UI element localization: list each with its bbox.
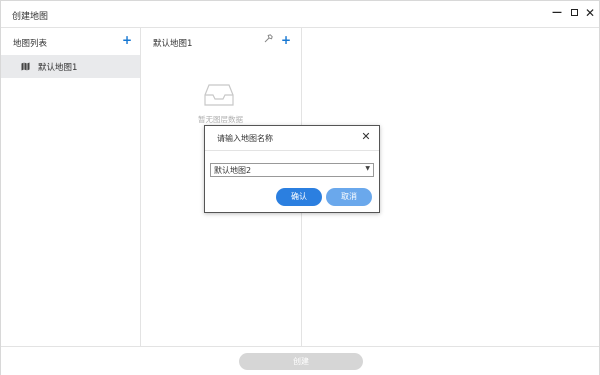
dialog-title: 请输入地图名称: [217, 134, 273, 143]
confirm-button[interactable]: 确认: [276, 188, 322, 206]
add-map-icon[interactable]: +: [121, 34, 133, 46]
create-button[interactable]: 创建: [239, 353, 363, 370]
cancel-button[interactable]: 取消: [326, 188, 372, 206]
minimize-icon[interactable]: —: [550, 6, 564, 20]
map-icon: [21, 62, 30, 71]
empty-inbox-icon: [204, 84, 234, 106]
layer-panel-header: 默认地图1 +: [141, 28, 301, 55]
chevron-down-icon: ▼: [365, 165, 370, 172]
map-name-dialog: 请输入地图名称 ✕ 默认地图2 ▼ 确认 取消: [204, 125, 380, 213]
maximize-icon[interactable]: [567, 6, 581, 20]
map-list-item[interactable]: 默认地图1: [1, 55, 140, 78]
window-title: 创建地图: [12, 12, 49, 22]
close-icon[interactable]: ✕: [583, 6, 597, 20]
map-list-panel: 地图列表 + 默认地图1: [1, 28, 141, 346]
map-name-select[interactable]: 默认地图2 ▼: [210, 163, 374, 177]
empty-state-text: 暂无图层数据: [198, 115, 243, 124]
map-list-title: 地图列表: [13, 39, 48, 49]
map-list-item-label: 默认地图1: [38, 63, 78, 73]
app-window: 创建地图 — ✕ 地图列表 + 默认地图1 默认地图1 + 暂无图层数据 创建 …: [0, 0, 600, 375]
wrench-icon[interactable]: [262, 34, 274, 46]
layer-panel-title: 默认地图1: [153, 39, 193, 49]
map-name-select-value: 默认地图2: [214, 166, 252, 175]
dialog-header: 请输入地图名称 ✕: [205, 126, 379, 151]
dialog-close-icon[interactable]: ✕: [360, 131, 372, 143]
title-bar: 创建地图 — ✕: [1, 1, 599, 28]
add-layer-icon[interactable]: +: [280, 34, 292, 46]
map-list-header: 地图列表 +: [1, 28, 140, 55]
footer-bar: 创建: [1, 346, 599, 375]
